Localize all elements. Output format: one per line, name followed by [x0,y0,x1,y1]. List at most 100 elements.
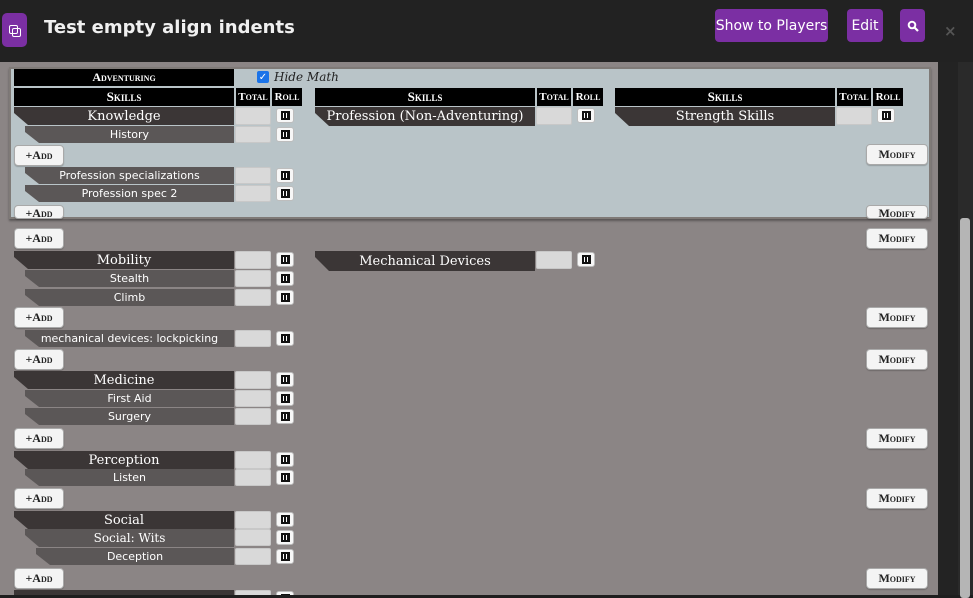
popout-button[interactable] [2,13,27,47]
skill-profession-specializations[interactable]: Profession specializations [25,167,234,184]
skill-climb[interactable]: Climb [25,289,234,306]
roll-button[interactable] [276,331,294,346]
dice-icon [280,533,290,542]
skill-listen[interactable]: Listen [25,469,234,486]
roll-button[interactable] [276,530,294,545]
add-button[interactable]: +Add [14,205,64,219]
adventuring-header: Adventuring [14,69,234,86]
roll-button[interactable] [276,186,294,201]
total-field[interactable] [235,289,271,306]
modify-button[interactable]: Modify [866,228,928,249]
close-icon[interactable]: × [944,22,957,40]
roll-button[interactable] [276,591,294,595]
roll-button[interactable] [276,108,294,123]
dice-icon [280,111,290,120]
dice-icon [280,375,290,384]
add-button[interactable]: +Add [14,488,64,509]
vertical-scrollbar[interactable] [958,62,973,598]
roll-button[interactable] [577,108,595,123]
total-field[interactable] [235,126,271,143]
roll-button[interactable] [276,409,294,424]
roll-button[interactable] [276,549,294,564]
skill-surgery[interactable]: Surgery [25,408,234,425]
popout-icon [9,25,21,37]
hide-math-checkbox[interactable]: ✓ [257,71,269,83]
roll-button[interactable] [276,252,294,267]
skill-lockpicking[interactable]: mechanical devices: lockpicking [25,330,234,347]
total-field[interactable] [536,107,572,125]
roll-button[interactable] [276,391,294,406]
col-header-roll: Roll [873,88,903,106]
modify-button[interactable]: Modify [866,568,928,589]
search-button[interactable] [900,9,925,42]
modify-button[interactable]: Modify [866,349,928,370]
skill-mechanical-devices[interactable]: Mechanical Devices [315,251,535,271]
total-field[interactable] [235,469,271,486]
dice-icon [280,412,290,421]
total-field[interactable] [235,107,271,125]
sheet-content: Adventuring ✓ Hide Math Skills Total Rol… [0,62,938,595]
modify-button[interactable]: Modify [866,144,928,165]
modify-button[interactable]: Modify [866,428,928,449]
show-to-players-button[interactable]: Show to Players [715,9,828,42]
add-button[interactable]: +Add [14,349,64,370]
roll-button[interactable] [276,372,294,387]
add-button[interactable]: +Add [14,145,64,166]
modify-button[interactable]: Modify [866,307,928,328]
total-field[interactable] [536,251,572,269]
total-field[interactable] [235,451,271,469]
skill-mobility[interactable]: Mobility [14,251,234,269]
skill-knowledge[interactable]: Knowledge [14,107,234,125]
scrollbar-thumb[interactable] [960,218,970,598]
skill-perception[interactable]: Perception [14,451,234,469]
skill-first-aid[interactable]: First Aid [25,390,234,407]
total-field[interactable] [235,529,271,546]
total-field[interactable] [235,270,271,287]
dice-icon [280,394,290,403]
skill-strength-skills[interactable]: Strength Skills [615,107,835,126]
edit-button[interactable]: Edit [847,9,883,42]
skill-history[interactable]: History [25,126,234,143]
total-field[interactable] [235,330,271,347]
skill-row-partial[interactable] [14,590,234,595]
skill-profession-non-adventuring[interactable]: Profession (Non-Adventuring) [315,107,535,126]
total-field[interactable] [235,548,271,565]
dice-icon [280,515,290,524]
total-field[interactable] [235,167,271,184]
total-field[interactable] [235,590,271,595]
dice-icon [280,171,290,180]
col-header-skills: Skills [315,88,535,106]
roll-button[interactable] [276,512,294,527]
add-button[interactable]: +Add [14,428,64,449]
total-field[interactable] [235,408,271,425]
roll-button[interactable] [276,271,294,286]
add-button[interactable]: +Add [14,228,64,249]
hide-math-toggle[interactable]: ✓ Hide Math [257,70,339,84]
skill-medicine[interactable]: Medicine [14,371,234,389]
skill-deception[interactable]: Deception [36,548,234,565]
total-field[interactable] [235,390,271,407]
total-field[interactable] [235,185,271,202]
col-header-roll: Roll [272,88,302,106]
col-header-skills: Skills [615,88,835,106]
total-field[interactable] [235,511,271,529]
roll-button[interactable] [877,108,895,123]
modify-button[interactable]: Modify [866,205,928,219]
skill-social[interactable]: Social [14,511,234,529]
add-button[interactable]: +Add [14,568,64,589]
skill-social-wits[interactable]: Social: Wits [25,529,234,547]
modify-button[interactable]: Modify [866,488,928,509]
add-button[interactable]: +Add [14,307,64,328]
roll-button[interactable] [276,470,294,485]
total-field[interactable] [235,251,271,269]
skill-profession-spec-2[interactable]: Profession spec 2 [25,185,234,202]
window-title: Test empty align indents [44,17,295,38]
roll-button[interactable] [276,168,294,183]
roll-button[interactable] [577,252,595,267]
total-field[interactable] [235,371,271,389]
total-field[interactable] [836,107,872,125]
roll-button[interactable] [276,127,294,142]
skill-stealth[interactable]: Stealth [25,270,234,287]
roll-button[interactable] [276,290,294,305]
roll-button[interactable] [276,452,294,467]
